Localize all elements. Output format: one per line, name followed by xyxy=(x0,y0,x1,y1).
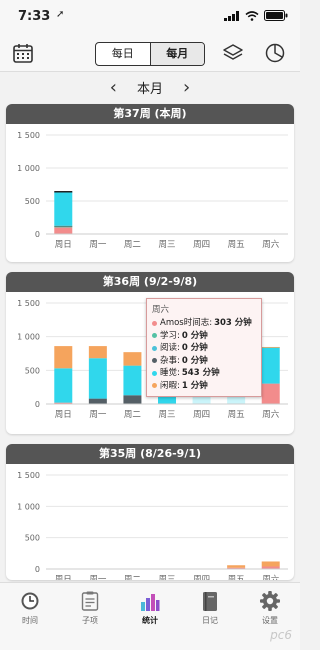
tab-stats[interactable]: 统计 xyxy=(120,583,180,650)
layers-icon[interactable] xyxy=(222,42,244,64)
bar-segment[interactable] xyxy=(54,346,73,369)
week-chart: 1 500 1 000 500 0 周日 周一 周二 周三 周四 周五 周六 xyxy=(17,131,288,250)
gear-icon xyxy=(260,591,280,611)
period-segmented-control: 每日 每月 xyxy=(95,42,205,66)
x-tick-label: 周二 xyxy=(124,410,142,420)
tab-bar: 时间 子项 统计 日记 设置 xyxy=(0,582,300,650)
y-tick-label: 500 xyxy=(25,534,40,543)
x-tick-label: 周三 xyxy=(158,410,175,420)
y-tick-label: 1 500 xyxy=(17,299,40,308)
bar-segment[interactable] xyxy=(261,383,280,404)
card-title: 第36周 (9/2-9/8) xyxy=(6,272,294,292)
y-tick-label: 0 xyxy=(35,400,40,409)
tab-label: 设置 xyxy=(262,616,278,625)
x-tick-label: 周四 xyxy=(193,410,210,420)
y-tick-label: 500 xyxy=(25,197,40,206)
tab-label: 子项 xyxy=(82,616,98,625)
bar-segment[interactable] xyxy=(54,225,73,227)
y-tick-label: 1 000 xyxy=(17,502,40,511)
bar-segment[interactable] xyxy=(123,395,142,404)
status-time: 7:33 xyxy=(18,9,51,24)
x-tick-label: 周六 xyxy=(262,574,280,580)
segment-weekly[interactable]: 每月 xyxy=(149,43,204,65)
y-tick-label: 1 000 xyxy=(17,333,40,342)
bar-segment[interactable] xyxy=(88,346,107,359)
segment-daily[interactable]: 每日 xyxy=(96,43,150,65)
watermark: pc6 xyxy=(270,628,292,642)
tab-label: 日记 xyxy=(202,616,218,625)
tooltip-row: 杂事: 0 分钟 xyxy=(152,355,256,368)
tooltip-row: 阅读: 0 分钟 xyxy=(152,342,256,355)
y-tick-label: 1 000 xyxy=(17,164,40,173)
x-tick-label: 周日 xyxy=(55,240,72,250)
next-month-button[interactable]: › xyxy=(183,77,190,98)
x-tick-label: 周一 xyxy=(89,410,107,420)
x-tick-label: 周五 xyxy=(228,575,246,580)
x-tick-label: 周二 xyxy=(124,240,142,250)
bar-segment[interactable] xyxy=(123,365,142,396)
week-card-35: 第35周 (8/26-9/1) 1 500 1 000 500 0 周日 周一 周二 周三 周四… xyxy=(6,444,294,580)
tab-diary[interactable]: 日记 xyxy=(180,583,240,650)
x-tick-label: 周日 xyxy=(55,575,72,580)
x-tick-label: 周一 xyxy=(89,575,107,580)
x-tick-label: 周四 xyxy=(193,575,210,580)
tab-items[interactable]: 子项 xyxy=(60,583,120,650)
x-tick-label: 周日 xyxy=(55,410,72,420)
tab-label: 时间 xyxy=(22,616,38,625)
bar-segment[interactable] xyxy=(123,352,142,366)
prev-month-button[interactable]: ‹ xyxy=(110,77,117,98)
x-tick-label: 周五 xyxy=(228,240,246,250)
card-title: 第37周 (本周) xyxy=(6,104,294,124)
tooltip-row: 学习: 0 分钟 xyxy=(152,330,256,343)
week-chart: 1 500 1 000 500 0 周日 周一 周二 周三 周四 周五 周六 xyxy=(17,471,288,580)
card-title: 第35周 (8/26-9/1) xyxy=(6,444,294,464)
battery-icon xyxy=(264,10,288,21)
list-icon xyxy=(81,591,99,611)
month-navigator: ‹ 本月 › xyxy=(0,74,300,100)
bar-segment[interactable] xyxy=(88,358,107,399)
x-tick-label: 周六 xyxy=(262,239,280,250)
tooltip-title: 周六 xyxy=(152,305,170,315)
status-bar: 7:33 ➚ xyxy=(0,0,300,34)
y-tick-label: 1 500 xyxy=(17,471,40,480)
bar-chart-icon xyxy=(141,594,160,611)
wifi-icon xyxy=(245,10,259,21)
bar-segment[interactable] xyxy=(261,346,280,348)
x-tick-label: 周五 xyxy=(228,410,246,420)
x-tick-label: 周三 xyxy=(158,240,175,250)
x-tick-label: 周二 xyxy=(124,575,142,580)
x-tick-label: 周一 xyxy=(89,240,107,250)
bar-segment[interactable] xyxy=(88,398,107,404)
tooltip-row: Amos时间志: 303 分钟 xyxy=(152,317,256,330)
bar-segment[interactable] xyxy=(54,368,73,403)
tab-label: 统计 xyxy=(142,616,158,625)
diary-icon xyxy=(203,591,217,611)
y-tick-label: 0 xyxy=(35,230,40,239)
bar-segment[interactable] xyxy=(261,347,280,384)
month-label: 本月 xyxy=(136,81,163,97)
signal-icon xyxy=(224,10,239,21)
x-tick-label: 周三 xyxy=(158,575,175,580)
y-tick-label: 500 xyxy=(25,366,40,375)
bar-segment[interactable] xyxy=(54,191,73,226)
bar-segment[interactable] xyxy=(54,227,73,234)
bar-segment[interactable] xyxy=(227,565,246,568)
chart-tooltip: 周六 Amos时间志: 303 分钟 学习: 0 分钟 阅读: 0 分钟 杂事: 0 分… xyxy=(146,298,262,397)
nav-bar: 每日 每月 xyxy=(0,34,300,72)
x-tick-label: 周四 xyxy=(193,240,210,250)
bar-segment[interactable] xyxy=(261,561,280,567)
tooltip-row: 闲暇: 1 分钟 xyxy=(152,380,256,393)
location-icon: ➚ xyxy=(56,9,65,20)
tooltip-row: 睡觉: 543 分钟 xyxy=(152,367,256,380)
tab-time[interactable]: 时间 xyxy=(0,583,60,650)
calendar-icon[interactable] xyxy=(12,42,34,64)
pie-chart-icon[interactable] xyxy=(264,42,286,64)
x-tick-label: 周六 xyxy=(262,409,280,420)
week-card-37: 第37周 (本周) 1 500 1 000 500 0 周日 周一 周二 周三 周四 周五 周六 xyxy=(6,104,294,262)
y-tick-label: 1 500 xyxy=(17,131,40,140)
y-tick-label: 0 xyxy=(35,565,40,574)
clock-icon xyxy=(21,592,39,610)
